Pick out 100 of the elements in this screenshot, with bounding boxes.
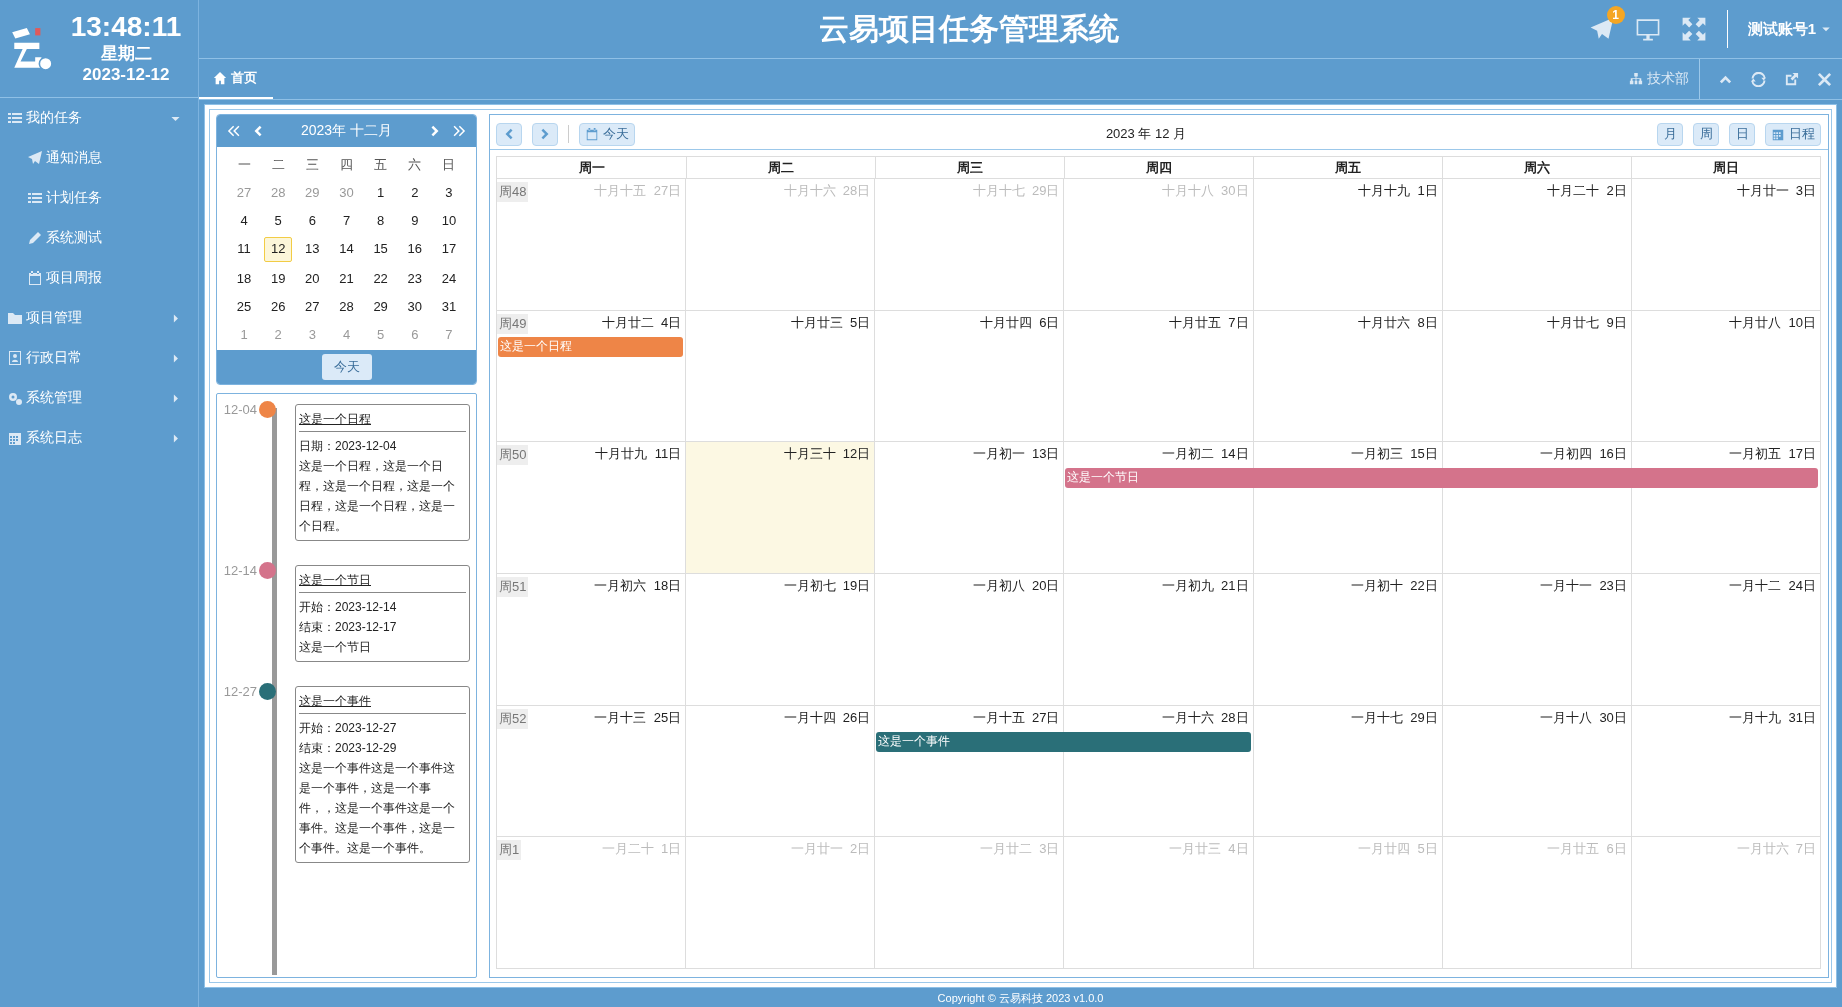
mini-calendar-day[interactable]: 17 xyxy=(434,237,463,260)
day-header[interactable]: 周49 十月廿二 4日 xyxy=(496,310,686,337)
day-header[interactable]: 十月廿一 3日 xyxy=(1630,179,1820,205)
day-label: 十月廿九 11日 xyxy=(595,445,682,464)
day-label: 一月初三 15日 xyxy=(1351,445,1438,464)
mini-calendar-day[interactable]: 26 xyxy=(264,295,293,318)
timeline-card-text: 这是一个事件这是一个事件这是一个事件，这是一个事件，，这是一个事件这是一个事件。这是一个事件，这是一个事件。这是一个事件。 xyxy=(299,760,456,857)
day-header[interactable]: 十月廿八 10日 xyxy=(1630,310,1820,337)
day-label: 一月十七 29日 xyxy=(1351,708,1438,727)
mini-calendar-day[interactable]: 16 xyxy=(400,237,429,260)
today-button[interactable]: 今天 xyxy=(321,354,372,380)
day-header[interactable]: 十月廿三 5日 xyxy=(685,310,875,337)
refresh-icon[interactable] xyxy=(1751,71,1766,87)
mini-calendar-day[interactable]: 23 xyxy=(400,267,429,290)
timeline-date: 12-27 xyxy=(222,684,258,699)
day-header[interactable]: 十月廿七 9日 xyxy=(1441,310,1631,337)
mini-calendar-day[interactable]: 27 xyxy=(298,295,327,318)
weekday-label: 日 xyxy=(441,156,457,174)
mini-calendar-day[interactable]: 30 xyxy=(400,295,429,318)
mini-calendar-day[interactable]: 29 xyxy=(366,295,395,318)
day-header[interactable]: 一月十一 23日 xyxy=(1441,574,1631,600)
day-label: 一月十八 30日 xyxy=(1540,708,1627,727)
mini-calendar-day[interactable]: 18 xyxy=(230,267,259,290)
day-header[interactable]: 一月十二 24日 xyxy=(1630,574,1820,600)
home-icon xyxy=(213,71,227,85)
monitor-icon[interactable] xyxy=(1634,16,1661,42)
day-label: 一月十二 24日 xyxy=(1729,577,1816,595)
day-label: 一月十三 25日 xyxy=(594,708,682,727)
weekday-label: 五 xyxy=(373,156,389,174)
calendar-icon xyxy=(585,127,599,141)
week-number: 周52 xyxy=(497,708,529,729)
day-label: 十月十六 28日 xyxy=(783,182,871,200)
day-header[interactable]: 一月初一 13日 xyxy=(874,442,1064,469)
timeline-card-title[interactable]: 这是一个节日 xyxy=(299,572,466,593)
day-header[interactable]: 十月廿六 8日 xyxy=(1252,310,1442,337)
timeline-card-text: 开始：2023-12-14 xyxy=(299,599,398,616)
today-button[interactable]: 今天 xyxy=(579,122,635,146)
day-header[interactable]: 一月初十 22日 xyxy=(1252,574,1442,600)
mini-calendar-day[interactable]: 11 xyxy=(230,237,259,260)
timeline-card-title[interactable]: 这是一个日程 xyxy=(299,411,466,432)
mini-calendar-day[interactable]: 4 xyxy=(230,209,259,232)
close-icon[interactable] xyxy=(1817,71,1832,87)
view-button[interactable]: 日 xyxy=(1729,122,1755,146)
day-header[interactable]: 一月初九 21日 xyxy=(1063,574,1253,600)
fullscreen-icon[interactable] xyxy=(1680,16,1707,42)
mini-calendar-day[interactable]: 28 xyxy=(332,295,361,318)
timeline-card-text: 这是一个节日 xyxy=(299,639,372,656)
view-button[interactable]: 周 xyxy=(1693,122,1719,146)
mini-calendar-day[interactable]: 22 xyxy=(366,267,395,290)
mini-calendar-day[interactable]: 3 xyxy=(434,181,463,204)
mini-calendar-day[interactable]: 10 xyxy=(434,209,463,232)
previous-button[interactable] xyxy=(496,122,522,146)
mini-calendar-day[interactable]: 1 xyxy=(366,181,395,204)
mini-calendar-day[interactable]: 7 xyxy=(332,209,361,232)
mini-calendar-day[interactable]: 19 xyxy=(264,267,293,290)
day-header[interactable]: 一月初八 20日 xyxy=(874,574,1064,600)
double-chevron-left-icon[interactable] xyxy=(227,124,241,138)
weekday-label: 六 xyxy=(407,156,423,174)
mini-calendar-day[interactable]: 5 xyxy=(264,209,293,232)
day-header[interactable]: 周52 一月十三 25日 xyxy=(496,705,686,732)
day-header[interactable]: 一月十五 27日 xyxy=(874,705,1064,732)
mini-calendar-day[interactable]: 15 xyxy=(366,237,395,260)
next-button[interactable] xyxy=(532,122,558,146)
day-header[interactable]: 一月十九 31日 xyxy=(1630,705,1820,732)
view-button[interactable]: 月 xyxy=(1657,122,1683,146)
mini-calendar-day[interactable]: 6 xyxy=(298,209,327,232)
mini-calendar-day[interactable]: 12 xyxy=(264,237,293,262)
day-label: 十月三十 12日 xyxy=(783,445,871,464)
day-label: 一月初六 18日 xyxy=(594,577,682,595)
day-header[interactable]: 十月十九 1日 xyxy=(1252,179,1442,205)
day-header[interactable]: 一月十四 26日 xyxy=(685,705,875,732)
day-header[interactable]: 十月廿四 6日 xyxy=(874,310,1064,337)
double-chevron-right-icon[interactable] xyxy=(452,124,466,138)
timeline-card-title[interactable]: 这是一个事件 xyxy=(299,693,466,714)
external-link-icon[interactable] xyxy=(1784,71,1799,87)
mini-calendar-day[interactable]: 14 xyxy=(332,237,361,260)
day-header[interactable]: 十月三十 12日 xyxy=(685,442,875,469)
day-header[interactable]: 十月廿五 7日 xyxy=(1063,310,1253,337)
calendar-event[interactable]: 这是一个事件 xyxy=(876,731,1251,752)
mini-calendar-day[interactable]: 13 xyxy=(298,237,327,260)
mini-calendar-day[interactable]: 20 xyxy=(298,267,327,290)
weekday-header: 周四 xyxy=(1064,157,1253,178)
mini-calendar-day[interactable]: 9 xyxy=(400,209,429,232)
mini-calendar-day[interactable]: 25 xyxy=(230,295,259,318)
day-header[interactable]: 十月二十 2日 xyxy=(1441,179,1631,205)
mini-calendar-day[interactable]: 21 xyxy=(332,267,361,290)
day-header[interactable]: 一月十六 28日 xyxy=(1063,705,1253,732)
mini-calendar-day[interactable]: 2 xyxy=(400,181,429,204)
day-header[interactable]: 一月初七 19日 xyxy=(685,574,875,600)
day-label: 一月初一 13日 xyxy=(972,445,1060,464)
day-header[interactable]: 周48 十月十五 27日 xyxy=(496,179,686,205)
view-button[interactable]: 日程 xyxy=(1765,122,1821,146)
mini-calendar-day[interactable]: 31 xyxy=(434,295,463,318)
day-header[interactable]: 一月十七 29日 xyxy=(1252,705,1442,732)
day-header[interactable]: 一月十八 30日 xyxy=(1441,705,1631,732)
day-header[interactable]: 周50 十月廿九 11日 xyxy=(496,442,686,469)
timeline-card-text: 日期：2023-12-04 xyxy=(299,438,398,455)
day-header[interactable]: 周51 一月初六 18日 xyxy=(496,574,686,600)
mini-calendar-day[interactable]: 8 xyxy=(366,209,395,232)
mini-calendar-day[interactable]: 24 xyxy=(434,267,463,290)
